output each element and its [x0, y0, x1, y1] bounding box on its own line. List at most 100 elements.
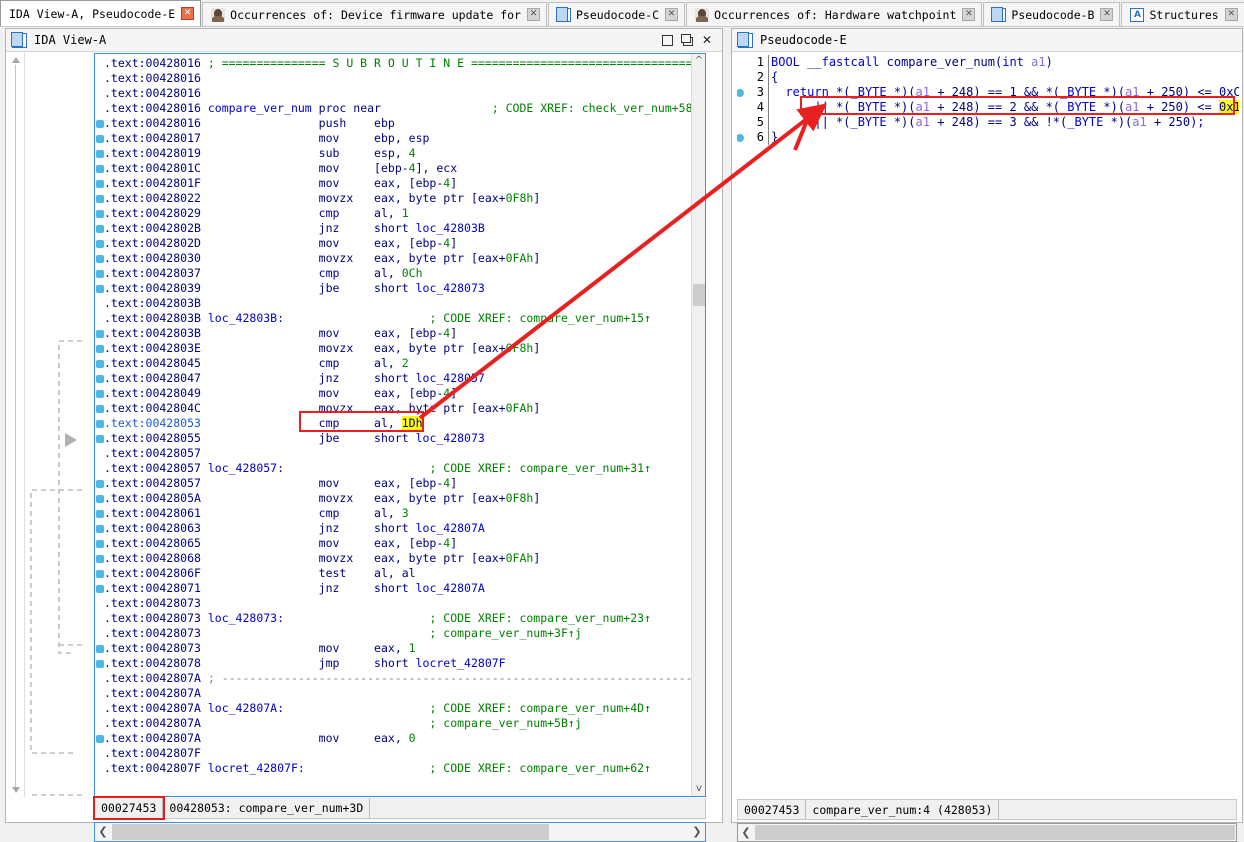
disasm-line[interactable]: .text:00428016 [104, 71, 691, 86]
breakpoint-dot-icon[interactable] [96, 330, 104, 338]
disasm-line[interactable]: .text:00428049 mov eax, [ebp-4] [104, 386, 691, 401]
disasm-line[interactable]: .text:00428063 jnz short loc_42807A [104, 521, 691, 536]
disasm-line[interactable]: .text:00428037 cmp al, 0Ch [104, 266, 691, 281]
breakpoint-dot-icon[interactable] [96, 480, 104, 488]
disasm-line[interactable]: .text:00428047 jnz short loc_428057 [104, 371, 691, 386]
disasm-line[interactable]: .text:0042805A movzx eax, byte ptr [eax+… [104, 491, 691, 506]
breakpoint-dot-icon[interactable] [96, 360, 104, 368]
breakpoint-dot-icon[interactable] [96, 510, 104, 518]
breakpoint-dot-icon[interactable] [96, 375, 104, 383]
tab-close-icon[interactable]: ✕ [1100, 8, 1114, 21]
disasm-line[interactable]: .text:0042807F locret_42807F: ; CODE XRE… [104, 761, 691, 776]
disasm-line[interactable]: .text:00428055 jbe short loc_428073 [104, 431, 691, 446]
breakpoint-dot-icon[interactable] [96, 525, 104, 533]
disasm-line[interactable]: .text:0042807A [104, 686, 691, 701]
disasm-line[interactable]: .text:00428017 mov ebp, esp [104, 131, 691, 146]
breakpoint-dot-icon[interactable] [96, 405, 104, 413]
breakpoint-dot-icon[interactable] [96, 165, 104, 173]
breakpoint-dot-icon[interactable] [96, 735, 104, 743]
tab-2[interactable]: Pseudocode-C ✕ [547, 2, 686, 26]
disasm-line[interactable]: .text:00428039 jbe short loc_428073 [104, 281, 691, 296]
pseudocode-line[interactable]: 2{ [737, 70, 1239, 85]
disasm-horizontal-scrollbar[interactable]: ❮ ❯ [94, 822, 706, 842]
disasm-line[interactable]: .text:0042807F [104, 746, 691, 761]
maximize-button[interactable] [678, 32, 696, 48]
disasm-line[interactable]: .text:00428016 ; =============== S U B R… [104, 56, 705, 71]
breakpoint-dot-icon[interactable] [96, 495, 104, 503]
disasm-line[interactable]: .text:0042801C mov [ebp-4], ecx [104, 161, 691, 176]
disasm-line[interactable]: .text:00428045 cmp al, 2 [104, 356, 691, 371]
disasm-line[interactable]: .text:0042806F test al, al [104, 566, 691, 581]
tab-close-icon[interactable]: ✕ [962, 8, 976, 21]
tab-close-icon[interactable]: ✕ [181, 7, 195, 20]
editor-tab-bar[interactable]: IDA View-A, Pseudocode-E ✕ Occurrences of:… [0, 0, 1244, 27]
disasm-line[interactable]: .text:00428068 movzx eax, byte ptr [eax+… [104, 551, 691, 566]
breakpoint-dot-icon[interactable] [96, 345, 104, 353]
disasm-line[interactable]: .text:00428061 cmp al, 3 [104, 506, 691, 521]
disasm-line[interactable]: .text:0042803B loc_42803B: ; CODE XREF: … [104, 311, 691, 326]
breakpoint-dot-icon[interactable] [96, 585, 104, 593]
breakpoint-dot-icon[interactable] [96, 195, 104, 203]
disasm-line[interactable]: .text:0042807A ; -----------------------… [104, 671, 705, 686]
disasm-hscroll-thumb[interactable] [112, 824, 549, 840]
pseudocode-horizontal-scrollbar[interactable]: ❮ [737, 823, 1237, 842]
breakpoint-dot-icon[interactable] [96, 240, 104, 248]
disasm-line[interactable]: .text:0042803B [104, 296, 691, 311]
tab-4[interactable]: Pseudocode-B ✕ [983, 2, 1121, 26]
scroll-right-icon[interactable]: ❯ [689, 823, 705, 841]
pseudocode-view[interactable]: 1 BOOL __fastcall compare_ver_num(int a1)… [733, 53, 1241, 842]
tab-5[interactable]: A Structures ✕ [1121, 2, 1244, 26]
breakpoint-dot-icon[interactable] [96, 255, 104, 263]
disasm-line[interactable]: .text:0042803B mov eax, [ebp-4] [104, 326, 691, 341]
tab-close-icon[interactable]: ✕ [526, 8, 540, 21]
breakpoint-dot-icon[interactable] [96, 435, 104, 443]
disasm-line[interactable]: .text:0042807A mov eax, 0 [104, 731, 691, 746]
tab-1[interactable]: Occurrences of: Device firmware update f… [202, 2, 547, 26]
disasm-line[interactable]: .text:00428016 compare_ver_num proc near… [104, 101, 705, 116]
disasm-vscroll-thumb[interactable] [693, 284, 705, 306]
scroll-up-icon[interactable]: ^ [692, 54, 705, 68]
disasm-line[interactable]: .text:00428022 movzx eax, byte ptr [eax+… [104, 191, 691, 206]
tab-close-icon[interactable]: ✕ [665, 8, 679, 21]
breakpoint-dot-icon[interactable] [96, 285, 104, 293]
tab-3[interactable]: Occurrences of: Hardware watchpoint ✕ [686, 2, 983, 26]
breakpoint-dot-icon[interactable] [96, 270, 104, 278]
disasm-line[interactable]: .text:0042801F mov eax, [ebp-4] [104, 176, 691, 191]
pseudocode-breakpoint-dot-icon[interactable] [737, 134, 744, 142]
disasm-line[interactable]: .text:00428057 [104, 446, 691, 461]
pseudocode-hscroll-thumb[interactable] [755, 825, 1235, 840]
breakpoint-dot-icon[interactable] [96, 390, 104, 398]
disasm-line[interactable]: .text:00428073 ; compare_ver_num+3F↑j [104, 626, 691, 641]
breakpoint-dot-icon[interactable] [96, 135, 104, 143]
disasm-line[interactable]: .text:00428057 mov eax, [ebp-4] [104, 476, 691, 491]
restore-button[interactable] [658, 32, 676, 48]
breakpoint-dot-icon[interactable] [96, 210, 104, 218]
breakpoint-dot-icon[interactable] [96, 660, 104, 668]
disasm-line[interactable]: .text:0042802D mov eax, [ebp-4] [104, 236, 691, 251]
disasm-line[interactable]: .text:00428057 loc_428057: ; CODE XREF: … [104, 461, 691, 476]
breakpoint-dot-icon[interactable] [96, 645, 104, 653]
pseudocode-lines[interactable]: 1 BOOL __fastcall compare_ver_num(int a1)… [737, 55, 1239, 797]
tab-close-icon[interactable]: ✕ [1224, 8, 1238, 21]
disasm-line[interactable]: .text:00428030 movzx eax, byte ptr [eax+… [104, 251, 691, 266]
disasm-vertical-scrollbar[interactable]: ^ v [691, 54, 705, 796]
disasm-line[interactable]: .text:0042807A loc_42807A: ; CODE XREF: … [104, 701, 691, 716]
disasm-line[interactable]: .text:00428073 loc_428073: ; CODE XREF: … [104, 611, 691, 626]
close-button[interactable]: ✕ [698, 32, 716, 48]
disasm-line[interactable]: .text:0042803E movzx eax, byte ptr [eax+… [104, 341, 691, 356]
disassembly-view[interactable]: .text:00428016 ; =============== S U B R… [7, 53, 721, 842]
disasm-line[interactable]: .text:00428016 [104, 86, 691, 101]
breakpoint-dot-icon[interactable] [96, 570, 104, 578]
disasm-line[interactable]: .text:00428073 mov eax, 1 [104, 641, 691, 656]
breakpoint-dot-icon[interactable] [96, 150, 104, 158]
disasm-line[interactable]: .text:00428016 push ebp [104, 116, 691, 131]
breakpoint-dot-icon[interactable] [96, 540, 104, 548]
disasm-line[interactable]: .text:00428073 [104, 596, 691, 611]
disasm-line[interactable]: .text:00428071 jnz short loc_42807A [104, 581, 691, 596]
breakpoint-dot-icon[interactable] [96, 180, 104, 188]
breakpoint-dot-icon[interactable] [96, 555, 104, 563]
breakpoint-column[interactable] [95, 54, 104, 796]
disasm-line[interactable]: .text:00428065 mov eax, [ebp-4] [104, 536, 691, 551]
pseudocode-line[interactable]: 1 BOOL __fastcall compare_ver_num(int a1) [737, 55, 1239, 70]
breakpoint-dot-icon[interactable] [96, 120, 104, 128]
